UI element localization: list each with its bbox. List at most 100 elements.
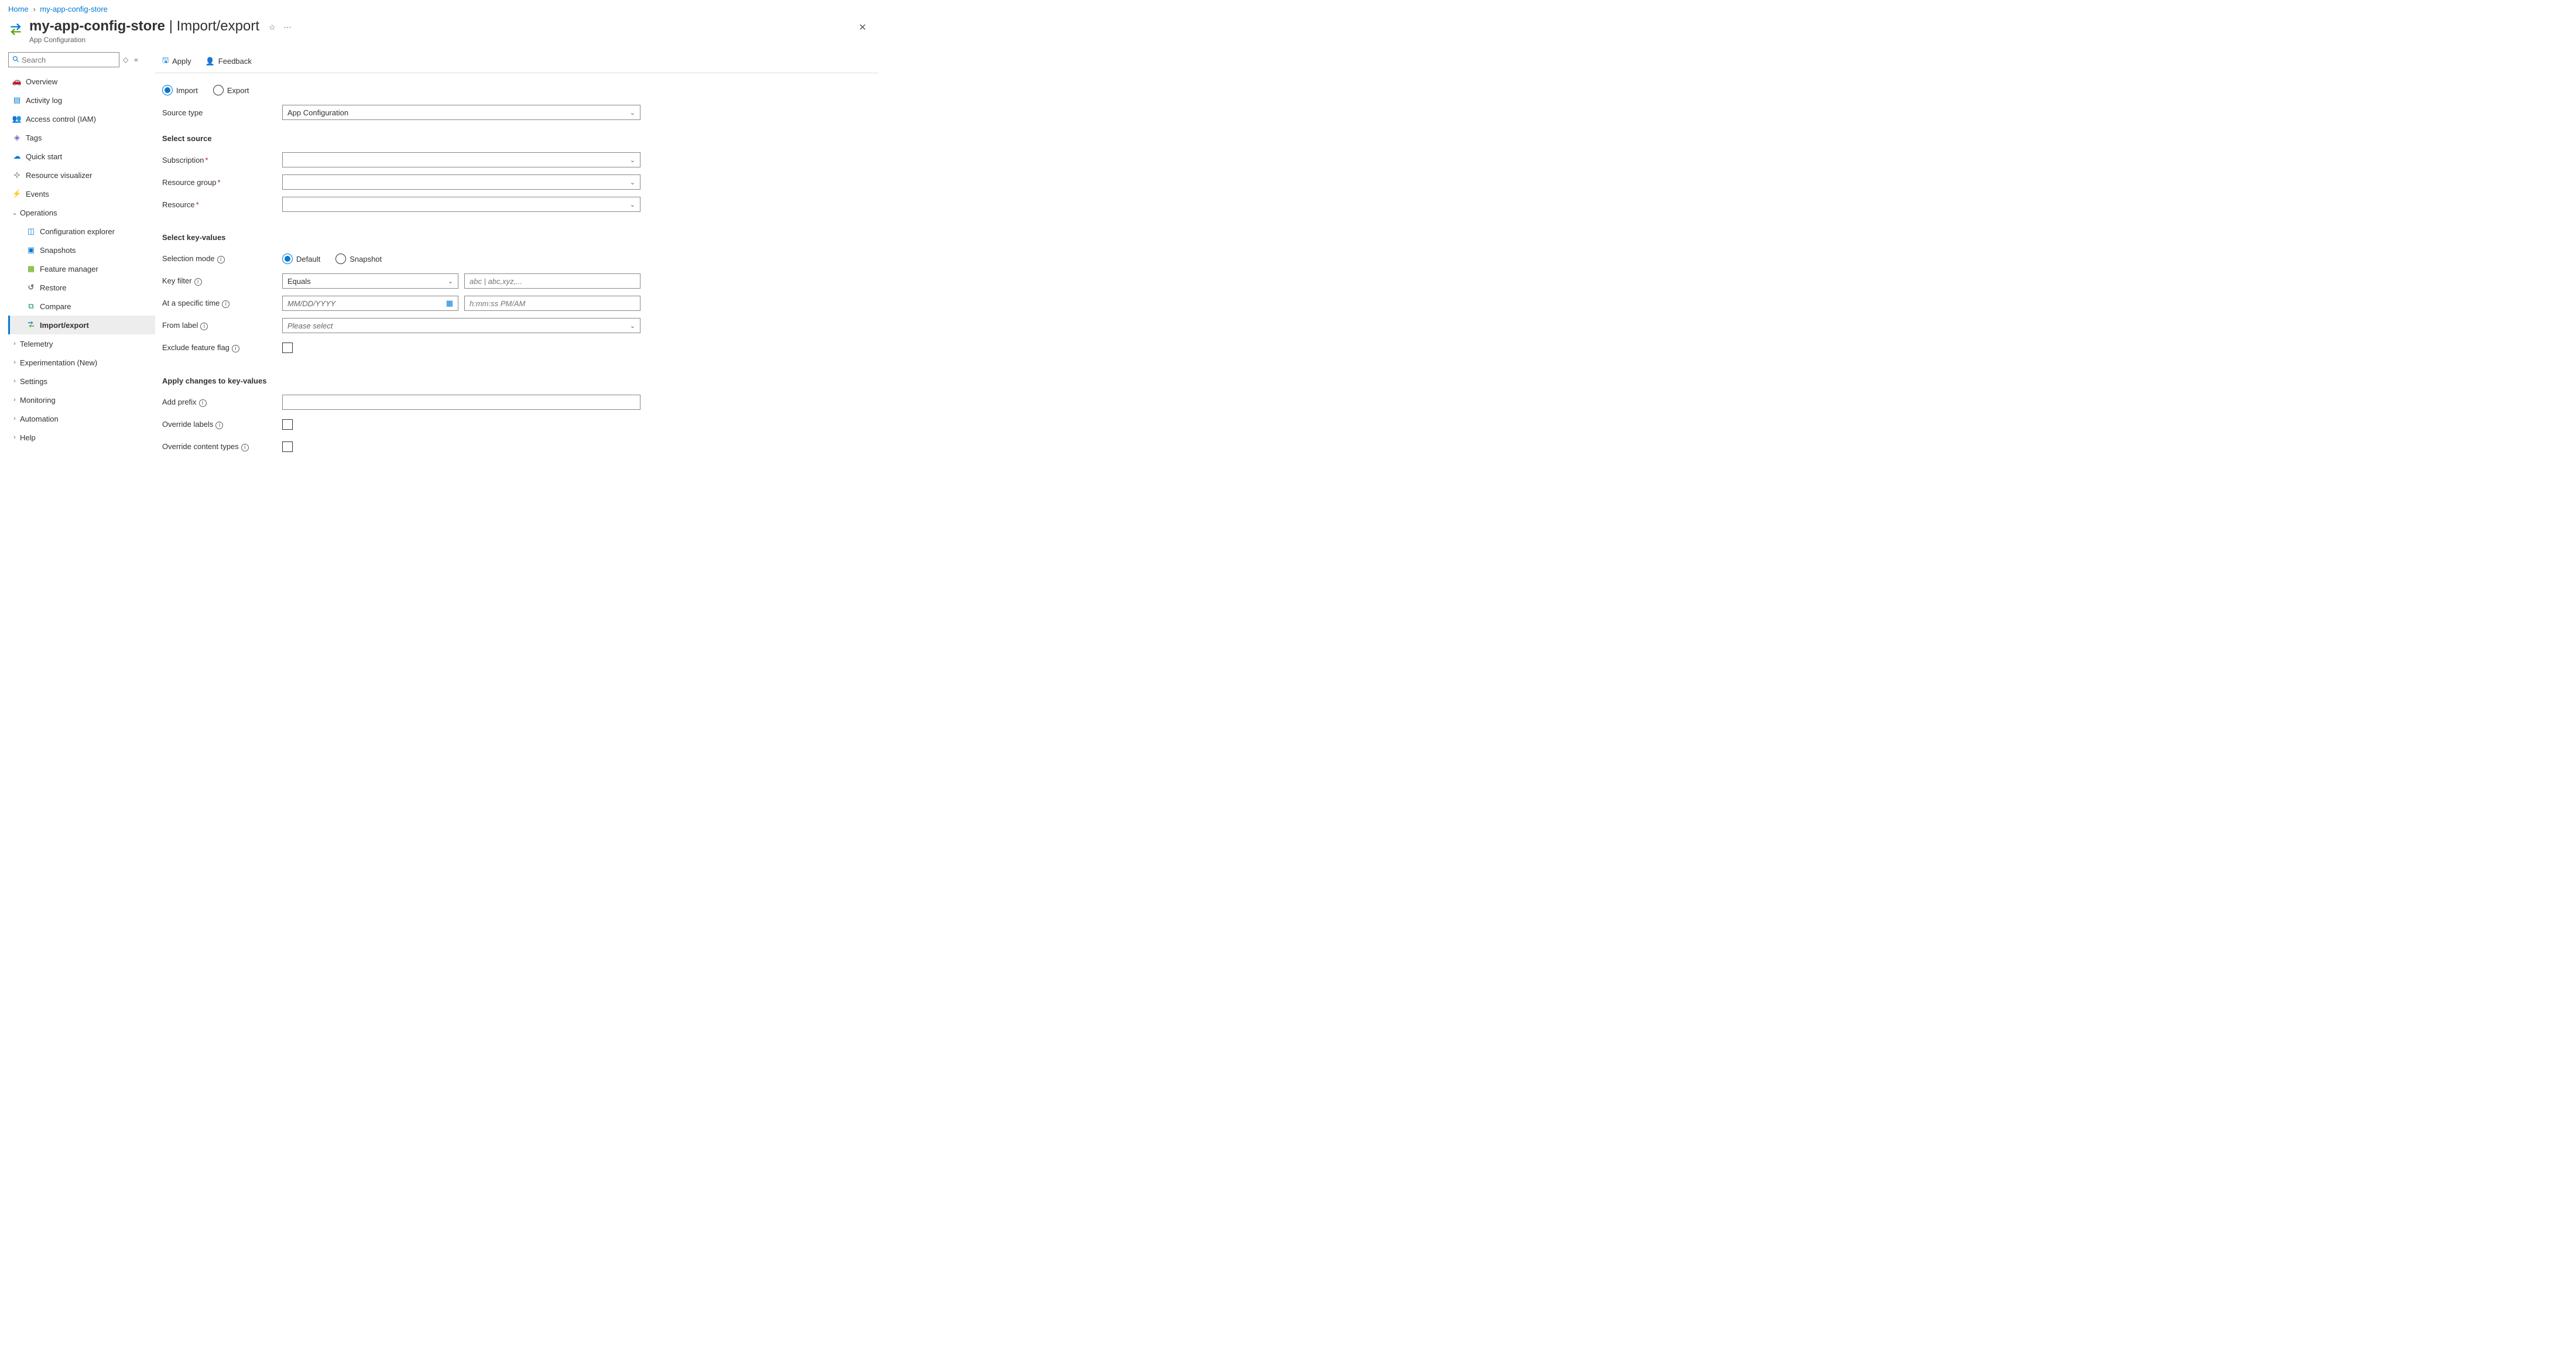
info-icon[interactable]: i: [232, 345, 239, 352]
nav-feature-manager[interactable]: ▦Feature manager: [8, 259, 155, 278]
section-apply-changes: Apply changes to key-values: [162, 376, 798, 385]
main-content: 🖫 Apply 👤 Feedback Import: [155, 50, 878, 480]
info-icon[interactable]: i: [200, 323, 208, 330]
input-time[interactable]: [464, 296, 640, 311]
radio-mode-default[interactable]: Default: [282, 254, 320, 264]
nav-operations[interactable]: ⌄Operations: [8, 203, 155, 222]
feedback-button[interactable]: 👤 Feedback: [205, 57, 252, 66]
nav-monitoring[interactable]: ›Monitoring: [8, 391, 155, 409]
page-title: my-app-config-store: [29, 18, 165, 34]
graph-icon: ⊹: [11, 170, 23, 180]
collapse-sidebar-icon[interactable]: «: [134, 56, 138, 64]
checkbox-override-ct[interactable]: [282, 441, 293, 452]
select-key-filter-op[interactable]: Equals⌄: [282, 273, 458, 289]
apply-button[interactable]: 🖫 Apply: [162, 55, 191, 68]
chevron-right-icon: ›: [9, 434, 20, 441]
cloud-icon: ☁: [11, 152, 23, 161]
nav-resource-visualizer[interactable]: ⊹Resource visualizer: [8, 166, 155, 184]
page-subtitle: App Configuration: [29, 36, 259, 44]
info-icon[interactable]: i: [241, 444, 249, 451]
radio-export[interactable]: Export: [213, 85, 249, 95]
checkbox-override-labels[interactable]: [282, 419, 293, 430]
bolt-icon: ⚡: [11, 189, 23, 198]
nav-overview[interactable]: 🚗Overview: [8, 72, 155, 91]
sidebar-search[interactable]: [8, 52, 119, 67]
more-icon[interactable]: ⋯: [284, 23, 292, 32]
label-source-type: Source type: [162, 108, 282, 117]
chevron-right-icon: ›: [9, 359, 20, 366]
tag-icon: ◈: [11, 133, 23, 142]
flag-icon: ▦: [25, 264, 37, 273]
chevron-right-icon: ›: [9, 415, 20, 422]
checkbox-exclude-ff[interactable]: [282, 343, 293, 353]
label-override-labels: Override labelsi: [162, 420, 282, 429]
people-icon: 👥: [11, 114, 23, 124]
search-icon: [12, 56, 19, 64]
page-section: Import/export: [177, 18, 259, 34]
nav-snapshots[interactable]: ▣Snapshots: [8, 241, 155, 259]
toolbar: 🖫 Apply 👤 Feedback: [155, 50, 878, 73]
sidebar-search-input[interactable]: [22, 56, 115, 64]
log-icon: ▤: [11, 95, 23, 105]
nav-import-export[interactable]: Import/export: [8, 316, 155, 334]
info-icon[interactable]: i: [222, 300, 229, 308]
nav-tags[interactable]: ◈Tags: [8, 128, 155, 147]
section-select-source: Select source: [162, 134, 798, 143]
save-icon: 🖫: [162, 55, 169, 68]
nav-help[interactable]: ›Help: [8, 428, 155, 447]
info-icon[interactable]: i: [194, 278, 202, 286]
nav-settings[interactable]: ›Settings: [8, 372, 155, 391]
nav-quick-start[interactable]: ☁Quick start: [8, 147, 155, 166]
select-source-type[interactable]: App Configuration⌄: [282, 105, 640, 120]
favorite-icon[interactable]: ☆: [269, 23, 276, 32]
chevron-down-icon: ⌄: [9, 209, 20, 217]
breadcrumb: Home › my-app-config-store: [0, 0, 878, 15]
compare-icon: ⧉: [25, 302, 37, 311]
calendar-icon[interactable]: ▦: [446, 299, 453, 308]
close-button[interactable]: ✕: [859, 22, 866, 33]
select-resource-group[interactable]: ⌄: [282, 174, 640, 190]
radio-import[interactable]: Import: [162, 85, 198, 95]
info-icon[interactable]: i: [215, 422, 223, 429]
label-resource: Resource*: [162, 200, 282, 209]
breadcrumb-home[interactable]: Home: [8, 5, 29, 13]
select-resource[interactable]: ⌄: [282, 197, 640, 212]
breadcrumb-resource[interactable]: my-app-config-store: [40, 5, 108, 13]
info-icon[interactable]: i: [217, 256, 225, 263]
swap-icon: [25, 320, 37, 331]
camera-icon: ▣: [25, 245, 37, 255]
label-from-label: From labeli: [162, 321, 282, 330]
nav-config-explorer[interactable]: ◫Configuration explorer: [8, 222, 155, 241]
nav-events[interactable]: ⚡Events: [8, 184, 155, 203]
feedback-icon: 👤: [205, 57, 215, 66]
nav-restore[interactable]: ↺Restore: [8, 278, 155, 297]
chevron-right-icon: ›: [9, 396, 20, 403]
nav-telemetry[interactable]: ›Telemetry: [8, 334, 155, 353]
radio-mode-snapshot[interactable]: Snapshot: [335, 254, 382, 264]
info-icon[interactable]: i: [199, 399, 207, 407]
chevron-right-icon: ›: [9, 378, 20, 385]
input-key-filter-value[interactable]: [464, 273, 640, 289]
import-export-icon: [8, 22, 23, 39]
sidebar: ◇ « 🚗Overview ▤Activity log 👥Access cont…: [0, 50, 155, 480]
label-override-ct: Override content typesi: [162, 442, 282, 451]
select-from-label[interactable]: Please select⌄: [282, 318, 640, 333]
restore-icon: ↺: [25, 283, 37, 292]
label-add-prefix: Add prefixi: [162, 398, 282, 407]
input-date[interactable]: MM/DD/YYYY▦: [282, 296, 458, 311]
list-icon: ◫: [25, 227, 37, 236]
section-select-kv: Select key-values: [162, 233, 798, 242]
nav-activity-log[interactable]: ▤Activity log: [8, 91, 155, 109]
nav-experimentation[interactable]: ›Experimentation (New): [8, 353, 155, 372]
label-resource-group: Resource group*: [162, 178, 282, 187]
label-key-filter: Key filteri: [162, 276, 282, 286]
label-exclude-ff: Exclude feature flagi: [162, 343, 282, 352]
select-subscription[interactable]: ⌄: [282, 152, 640, 167]
input-add-prefix[interactable]: [282, 395, 640, 410]
nav-compare[interactable]: ⧉Compare: [8, 297, 155, 316]
nav-iam[interactable]: 👥Access control (IAM): [8, 109, 155, 128]
chevron-right-icon: ›: [9, 340, 20, 347]
sort-icon[interactable]: ◇: [123, 56, 128, 64]
nav-automation[interactable]: ›Automation: [8, 409, 155, 428]
label-subscription: Subscription*: [162, 156, 282, 165]
